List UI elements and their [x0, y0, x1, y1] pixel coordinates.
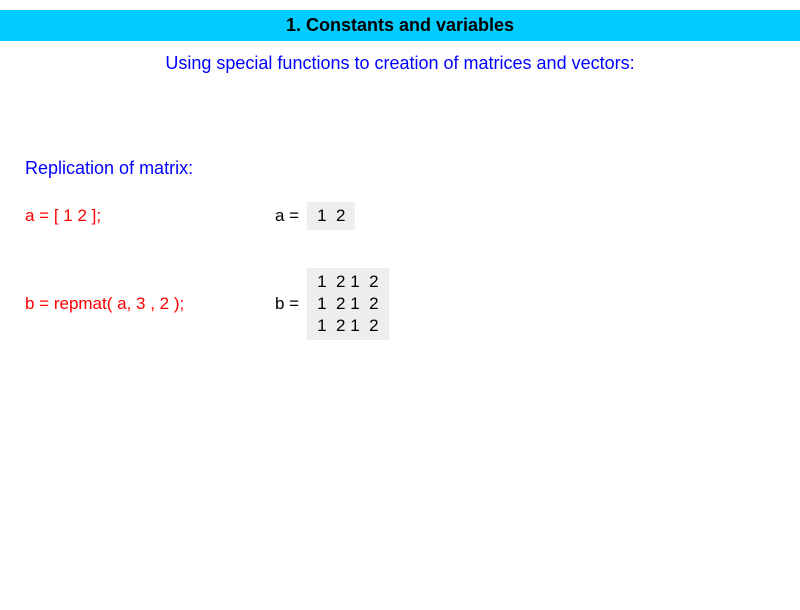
section-heading: Replication of matrix: — [25, 158, 193, 179]
example-row-a: a = [ 1 2 ]; a = 1 2 — [25, 202, 355, 230]
matrix-a: 1 2 — [307, 202, 355, 230]
label-b: b = — [275, 294, 299, 314]
matrix-b: 1 2 1 2 1 2 1 2 1 2 1 2 — [307, 268, 388, 340]
code-b: b = repmat( a, 3 , 2 ); — [25, 294, 275, 314]
code-a: a = [ 1 2 ]; — [25, 206, 275, 226]
example-row-b: b = repmat( a, 3 , 2 ); b = 1 2 1 2 1 2 … — [25, 268, 389, 340]
slide-title: 1. Constants and variables — [0, 10, 800, 41]
label-a: a = — [275, 206, 299, 226]
slide-subtitle: Using special functions to creation of m… — [0, 53, 800, 74]
